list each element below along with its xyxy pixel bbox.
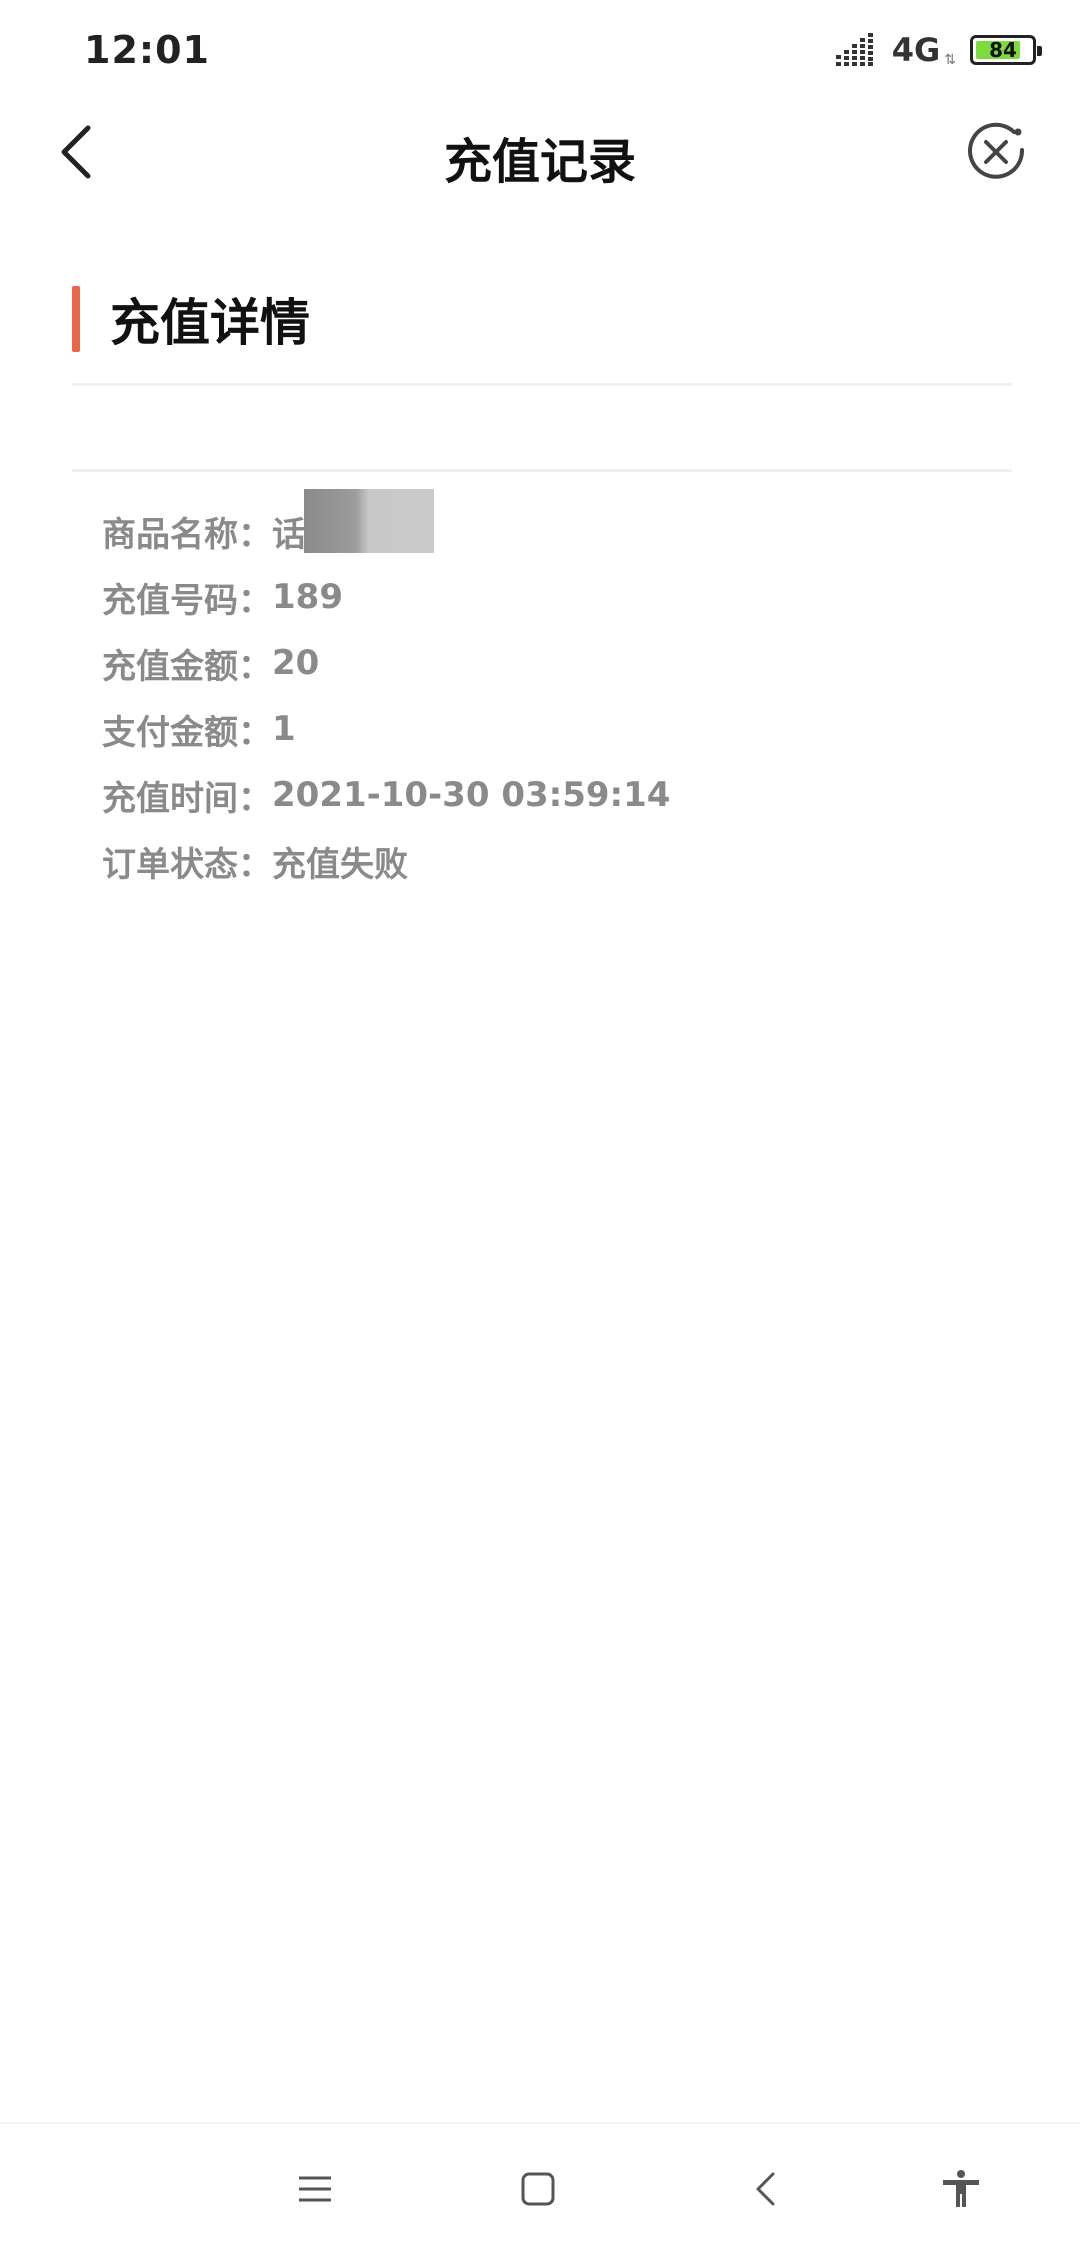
product-name-value: 话费	[272, 488, 434, 556]
accessibility-icon	[943, 2170, 979, 2207]
detail-row-product: 商品名称： 话费	[102, 488, 982, 564]
phone-number-value: 189	[272, 577, 343, 617]
system-back-button[interactable]	[730, 2154, 800, 2224]
screen: 12:01 4G ⇅ 84 充值记录 充值详情 商品名称： 充值号码： 189 …	[0, 0, 1080, 2248]
status-indicators: 4G ⇅ 84	[835, 28, 1042, 72]
recharge-time-label: 充值时间：	[102, 778, 272, 819]
payment-amount-value: 1	[272, 709, 296, 749]
system-nav-bar	[0, 2122, 1080, 2248]
battery-icon: 84	[970, 35, 1042, 65]
detail-list: 商品名称： 话费 充值号码： 189 充值金额： 20 支付金额： 1 充值时间…	[102, 488, 982, 894]
network-type: 4G	[891, 31, 941, 69]
order-status-label: 订单状态：	[102, 844, 272, 885]
page-title: 充值记录	[443, 134, 636, 190]
recharge-time-value: 2021-10-30 03:59:14	[272, 775, 671, 815]
phone-number-label: 充值号码：	[102, 580, 272, 621]
status-time: 12:01	[84, 28, 210, 72]
divider-bottom	[72, 469, 1012, 472]
section-header: 充值详情	[72, 285, 310, 353]
menu-button[interactable]	[280, 2154, 350, 2224]
status-bar: 12:01 4G ⇅ 84	[0, 0, 1080, 100]
battery-cap	[1037, 46, 1042, 56]
order-status-value: 充值失败	[272, 844, 408, 885]
recharge-amount-label: 充值金额：	[102, 646, 272, 687]
home-icon	[521, 2172, 555, 2206]
battery-level: 84	[989, 38, 1017, 62]
back-icon	[756, 2172, 775, 2206]
signal-icon	[835, 33, 873, 66]
detail-row-status: 订单状态： 充值失败	[102, 828, 982, 894]
home-button[interactable]	[503, 2154, 573, 2224]
menu-icon	[299, 2176, 331, 2202]
payment-amount-label: 支付金额：	[102, 712, 272, 753]
detail-row-time: 充值时间： 2021-10-30 03:59:14	[102, 762, 982, 828]
section-title: 充值详情	[110, 294, 310, 352]
close-button[interactable]	[956, 112, 1036, 192]
product-name-label: 商品名称：	[102, 514, 272, 555]
nav-bar: 充值记录	[0, 100, 1080, 210]
redaction-mosaic	[304, 488, 434, 553]
detail-row-amount: 充值金额： 20	[102, 630, 982, 696]
recharge-amount-value: 20	[272, 643, 320, 683]
detail-row-payment: 支付金额： 1	[102, 696, 982, 762]
accessibility-button[interactable]	[926, 2154, 996, 2224]
close-circle-icon	[968, 122, 1025, 179]
section-accent-bar	[72, 286, 80, 352]
divider-top	[72, 383, 1012, 386]
detail-row-phone: 充值号码： 189	[102, 564, 982, 630]
data-activity-icon: ⇅	[944, 52, 956, 68]
